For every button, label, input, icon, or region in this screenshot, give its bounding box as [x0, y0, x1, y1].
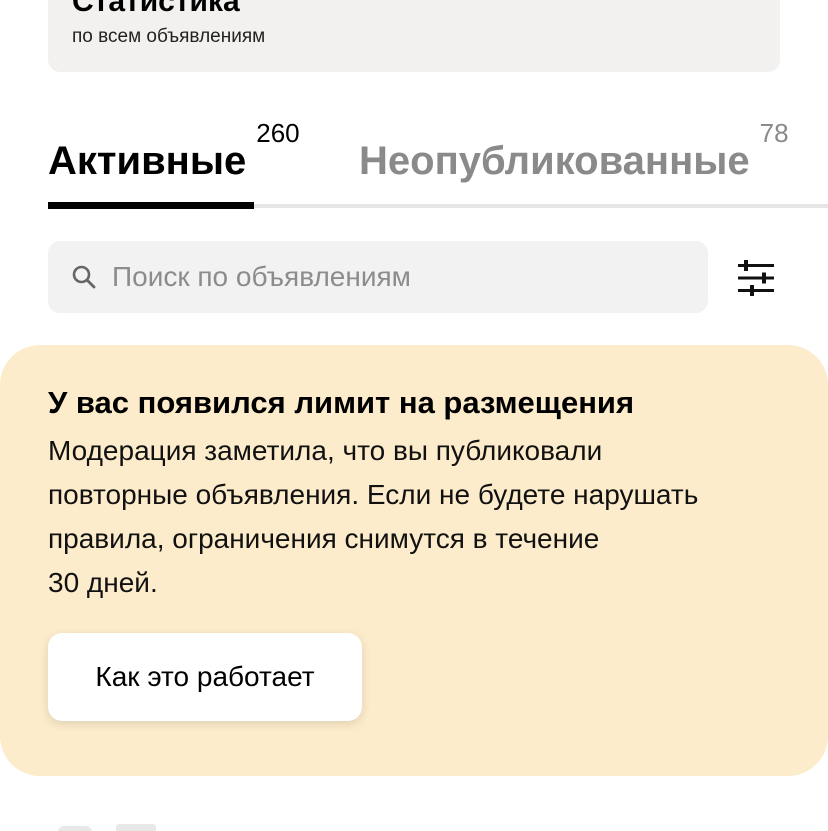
listing-label-placeholder — [116, 824, 156, 831]
notice-line: Модерация заметила, что вы публиковали — [48, 435, 603, 466]
stats-card[interactable]: Статистика по всем объявлениям — [48, 0, 780, 72]
notice-line: 30 дней. — [48, 567, 158, 598]
notice-text: Модерация заметила, что вы публиковали п… — [48, 429, 788, 605]
tab-active-label: Активные — [48, 139, 247, 183]
page: Статистика по всем объявлениям Активные 2… — [0, 0, 828, 831]
stats-subtitle: по всем объявлениям — [72, 26, 266, 47]
search-input[interactable] — [112, 261, 692, 293]
listing-checkbox[interactable] — [58, 826, 92, 831]
notice-line: повторные объявления. Если не будете нар… — [48, 479, 699, 510]
sliders-icon — [738, 260, 774, 296]
tab-unpublished-count: 78 — [759, 117, 789, 148]
tab-active-underline — [48, 202, 254, 209]
search-icon — [72, 265, 96, 289]
stats-title: Статистика — [72, 0, 240, 18]
notice-line: правила, ограничения снимутся в течение — [48, 523, 600, 554]
filter-button[interactable] — [730, 252, 782, 304]
how-it-works-button[interactable]: Как это работает — [48, 633, 362, 721]
limit-notice: У вас появился лимит на размещения Модер… — [0, 345, 828, 776]
tab-active-count: 260 — [256, 117, 300, 148]
search-box[interactable] — [48, 241, 708, 313]
notice-title: У вас появился лимит на размещения — [48, 385, 635, 420]
tab-unpublished-label: Неопубликованные — [359, 139, 750, 183]
tab-unpublished[interactable]: Неопубликованные 78 — [359, 120, 789, 194]
tab-active[interactable]: Активные 260 — [48, 120, 300, 194]
tabs: Активные 260 Неопубликованные 78 — [48, 120, 828, 210]
